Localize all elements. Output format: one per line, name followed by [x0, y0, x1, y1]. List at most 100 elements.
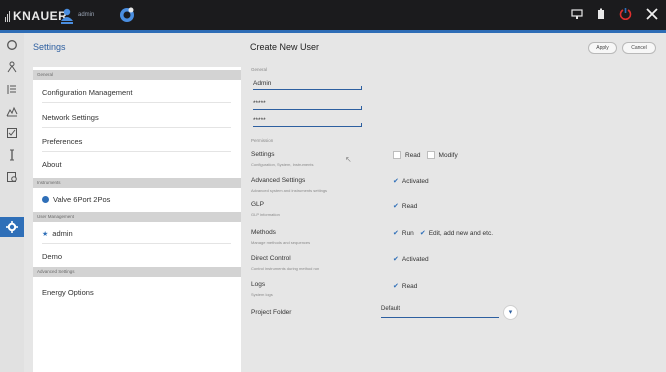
- chevron-down-icon[interactable]: ▾: [503, 305, 518, 320]
- checkbox-label: Run: [401, 229, 414, 237]
- display-icon[interactable]: [571, 7, 583, 25]
- password-confirm-field[interactable]: *****: [253, 117, 362, 127]
- check-icon: ✔: [393, 178, 399, 185]
- check-icon: ✔: [393, 256, 399, 263]
- group-header-general: General: [33, 70, 241, 80]
- settings-item-network-settings[interactable]: Network Settings: [33, 113, 241, 128]
- report-icon[interactable]: [0, 167, 24, 187]
- perm-advanced-controls: ✔ Activated: [393, 177, 429, 186]
- settings-item-valve[interactable]: Valve 6Port 2Pos: [33, 195, 241, 204]
- project-folder-value: Default: [381, 306, 401, 312]
- current-user-name: admin: [78, 12, 95, 18]
- perm-direct-controls: ✔ Activated: [393, 255, 429, 264]
- general-section-label: General: [251, 67, 268, 72]
- checklist-icon[interactable]: [0, 123, 24, 143]
- checkbox-label: Activated: [401, 255, 429, 263]
- valve-gear-icon: [42, 196, 49, 203]
- settings-item-label: Valve 6Port 2Pos: [53, 195, 111, 204]
- permission-section-label: Permission: [251, 138, 274, 143]
- checkbox-label: Read: [401, 202, 418, 210]
- topbar-accent-line: [0, 30, 666, 33]
- settings-item-admin[interactable]: ★ admin: [33, 229, 241, 244]
- checkbox-box: [426, 151, 435, 159]
- password-value: *****: [253, 100, 266, 107]
- perm-advanced-label: Advanced Settings: [251, 177, 306, 184]
- advanced-activated-checkbox[interactable]: ✔ Activated: [393, 177, 429, 186]
- settings-item-label: Demo: [42, 252, 63, 261]
- glp-read-checkbox[interactable]: ✔ Read: [393, 202, 418, 211]
- methods-run-checkbox[interactable]: ✔ Run: [393, 229, 414, 238]
- settings-item-label: About: [42, 160, 62, 169]
- settings-modify-checkbox[interactable]: Modify: [426, 151, 458, 159]
- pump-icon[interactable]: [0, 57, 24, 77]
- perm-settings-sub: Configuration, System, Instruments: [251, 162, 314, 167]
- perm-methods-controls: ✔ Run ✔ Edit, add new and etc.: [393, 229, 494, 238]
- perm-advanced-sub: Advanced system and instruments settings: [251, 188, 328, 193]
- perm-glp-sub: GLP information: [251, 212, 280, 217]
- star-icon: ★: [42, 231, 49, 238]
- checkbox-label: Read: [405, 151, 421, 159]
- settings-item-label: Configuration Management: [42, 88, 133, 97]
- username-value: Admin: [253, 80, 272, 87]
- password-field[interactable]: *****: [253, 100, 362, 110]
- group-header-instruments: Instruments: [33, 178, 241, 188]
- methods-edit-checkbox[interactable]: ✔ Edit, add new and etc.: [419, 229, 494, 238]
- perm-direct-sub: Control instruments during method run: [251, 266, 320, 271]
- chart-icon[interactable]: [0, 101, 24, 121]
- check-icon: ✔: [393, 230, 399, 237]
- settings-item-about[interactable]: About: [33, 160, 241, 169]
- page-title: Create New User: [250, 42, 320, 52]
- mouse-cursor-icon: ↖: [345, 155, 352, 164]
- settings-item-label: Preferences: [42, 137, 83, 146]
- perm-direct-label: Direct Control: [251, 255, 291, 262]
- logs-read-checkbox[interactable]: ✔ Read: [393, 282, 418, 291]
- settings-title: Settings: [33, 42, 66, 52]
- logo-bars-icon: [5, 10, 10, 22]
- settings-item-demo[interactable]: Demo: [33, 252, 241, 261]
- cloud-sync-icon[interactable]: [118, 6, 136, 24]
- project-folder-select[interactable]: Default: [381, 306, 499, 318]
- column-icon[interactable]: [0, 145, 24, 165]
- check-icon: ✔: [393, 203, 399, 210]
- checkbox-label: Modify: [438, 151, 458, 159]
- window-controls: [571, 7, 658, 25]
- check-icon: ✔: [393, 283, 399, 290]
- top-bar: KNAUER admin: [0, 0, 666, 33]
- checkbox-box: [393, 151, 401, 159]
- sequence-icon[interactable]: [0, 79, 24, 99]
- perm-methods-sub: Manage methods and sequences: [251, 240, 311, 245]
- power-icon[interactable]: [619, 7, 632, 25]
- perm-logs-label: Logs: [251, 281, 266, 288]
- apply-button[interactable]: Apply: [588, 42, 617, 54]
- password-confirm-value: *****: [253, 117, 266, 124]
- settings-item-configuration-management[interactable]: Configuration Management: [33, 88, 241, 103]
- settings-item-preferences[interactable]: Preferences: [33, 137, 241, 152]
- knauer-logo: KNAUER: [5, 9, 67, 23]
- settings-item-label: Network Settings: [42, 113, 99, 122]
- icon-rail: [0, 33, 24, 372]
- group-header-user-management: User Management: [33, 212, 241, 222]
- settings-read-checkbox[interactable]: Read: [393, 151, 421, 159]
- group-header-advanced-settings: Advanced Settings: [33, 267, 241, 277]
- settings-item-label: Energy Options: [42, 288, 94, 297]
- settings-item-energy-options[interactable]: Energy Options: [33, 288, 241, 297]
- check-icon: ✔: [419, 230, 426, 237]
- battery-icon: [597, 7, 605, 25]
- project-folder-label: Project Folder: [251, 309, 292, 316]
- checkbox-label: Edit, add new and etc.: [428, 229, 494, 237]
- user-icon[interactable]: [60, 8, 74, 24]
- gear-icon[interactable]: [0, 217, 24, 237]
- perm-settings-label: Settings: [251, 151, 275, 158]
- perm-glp-controls: ✔ Read: [393, 202, 418, 211]
- username-field[interactable]: Admin: [253, 80, 362, 90]
- direct-activated-checkbox[interactable]: ✔ Activated: [393, 255, 429, 264]
- cancel-button[interactable]: Cancel: [622, 42, 656, 54]
- settings-list: General Configuration Management Network…: [33, 67, 241, 372]
- checkbox-label: Read: [401, 282, 418, 290]
- perm-glp-label: GLP: [251, 201, 265, 208]
- close-icon[interactable]: [646, 7, 658, 25]
- search-icon[interactable]: [0, 35, 24, 55]
- perm-logs-sub: System logs: [251, 292, 273, 297]
- checkbox-label: Activated: [401, 177, 429, 185]
- perm-settings-controls: Read Modify: [393, 151, 458, 159]
